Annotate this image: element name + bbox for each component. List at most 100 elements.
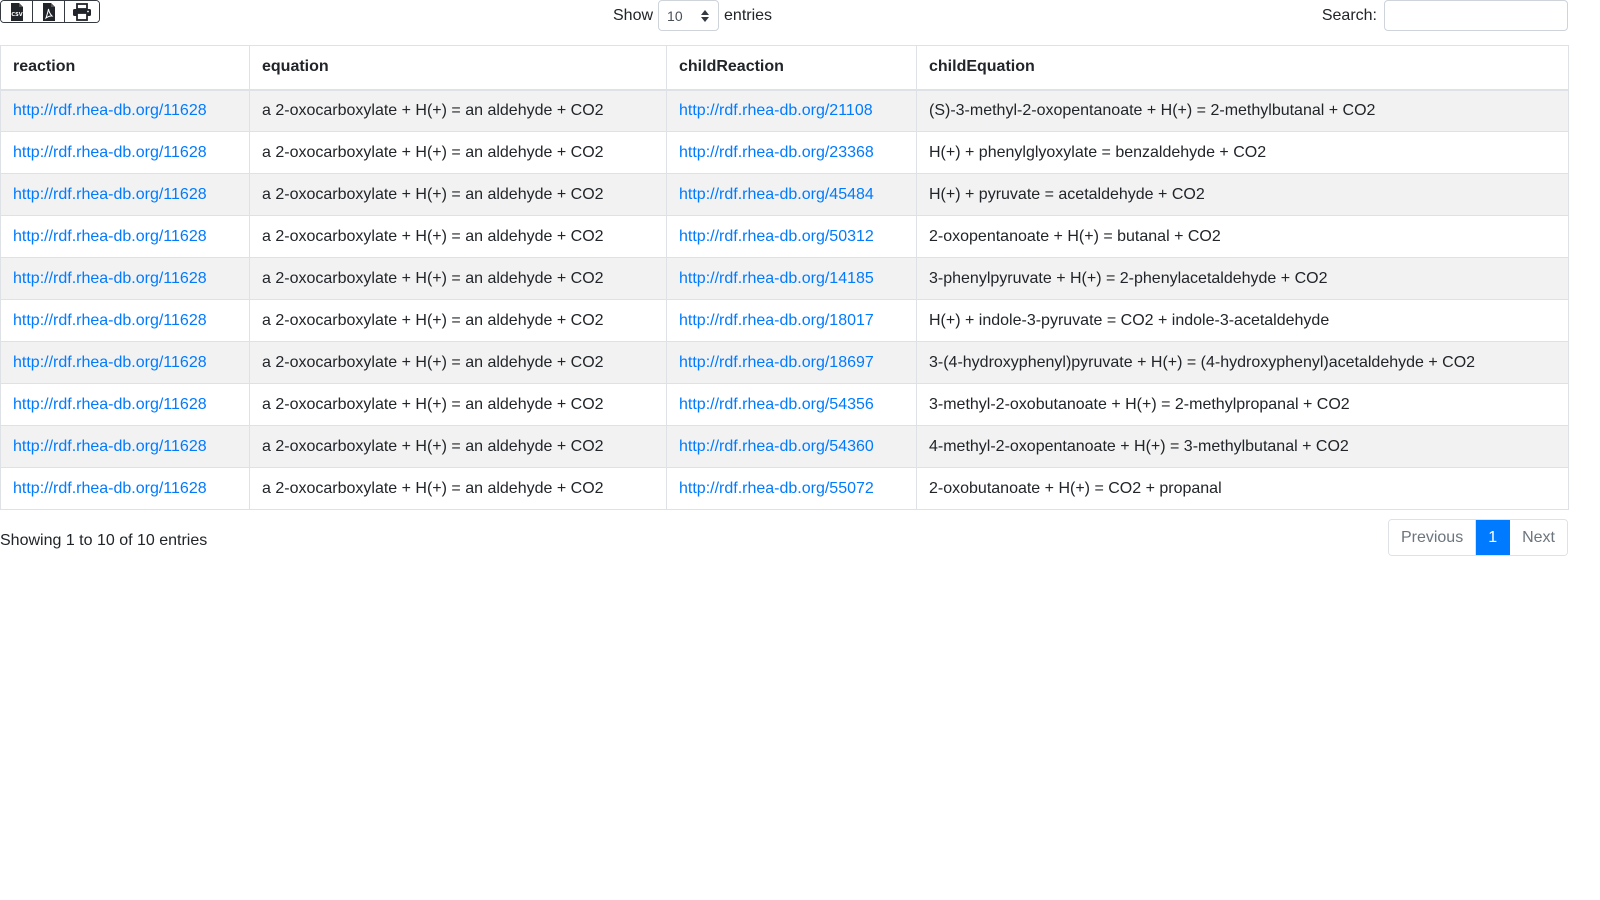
- table-cell: http://rdf.rhea-db.org/14185: [666, 257, 917, 300]
- reaction-link[interactable]: http://rdf.rhea-db.org/11628: [13, 186, 207, 203]
- table-row: http://rdf.rhea-db.org/11628 a 2-oxocarbo…: [0, 299, 1569, 342]
- export-csv-button[interactable]: CSV: [1, 1, 33, 22]
- search-input[interactable]: [1384, 0, 1568, 31]
- length-suffix-label: entries: [724, 6, 773, 24]
- table-cell: a 2-oxocarboxylate + H(+) = an aldehyde …: [249, 131, 667, 174]
- print-button[interactable]: [65, 1, 99, 22]
- export-pdf-button[interactable]: [33, 1, 65, 22]
- table-row: http://rdf.rhea-db.org/11628 a 2-oxocarbo…: [0, 131, 1569, 174]
- table-row: http://rdf.rhea-db.org/11628 a 2-oxocarbo…: [0, 215, 1569, 258]
- table-cell: http://rdf.rhea-db.org/50312: [666, 215, 917, 258]
- child-equation-cell: 2-oxopentanoate + H(+) = butanal + CO2: [929, 227, 1221, 245]
- child-reaction-link[interactable]: http://rdf.rhea-db.org/21108: [679, 102, 873, 119]
- reaction-link[interactable]: http://rdf.rhea-db.org/11628: [13, 396, 207, 413]
- table-cell: http://rdf.rhea-db.org/11628: [0, 89, 250, 132]
- table-cell: a 2-oxocarboxylate + H(+) = an aldehyde …: [249, 425, 667, 468]
- equation-cell: a 2-oxocarboxylate + H(+) = an aldehyde …: [262, 479, 604, 497]
- reaction-link[interactable]: http://rdf.rhea-db.org/11628: [13, 438, 207, 455]
- table-cell: http://rdf.rhea-db.org/18697: [666, 341, 917, 384]
- reaction-link[interactable]: http://rdf.rhea-db.org/11628: [13, 228, 207, 245]
- child-equation-cell: 3-(4-hydroxyphenyl)pyruvate + H(+) = (4-…: [929, 353, 1476, 371]
- child-reaction-link[interactable]: http://rdf.rhea-db.org/23368: [679, 144, 874, 161]
- equation-cell: a 2-oxocarboxylate + H(+) = an aldehyde …: [262, 353, 604, 371]
- child-equation-cell: 4-methyl-2-oxopentanoate + H(+) = 3-meth…: [929, 437, 1349, 455]
- child-reaction-link[interactable]: http://rdf.rhea-db.org/18697: [679, 354, 874, 371]
- child-reaction-link[interactable]: http://rdf.rhea-db.org/50312: [679, 228, 874, 245]
- page-length-value: 10: [667, 7, 683, 24]
- table-toolbar: CSV Show 10 entries Search:: [0, 0, 1568, 45]
- length-prefix-label: Show: [613, 6, 654, 24]
- export-button-group: CSV: [0, 0, 100, 23]
- equation-cell: a 2-oxocarboxylate + H(+) = an aldehyde …: [262, 437, 604, 455]
- table-cell: http://rdf.rhea-db.org/18017: [666, 299, 917, 342]
- table-cell: 3-phenylpyruvate + H(+) = 2-phenylacetal…: [916, 257, 1569, 300]
- table-cell: 4-methyl-2-oxopentanoate + H(+) = 3-meth…: [916, 425, 1569, 468]
- table-row: http://rdf.rhea-db.org/11628 a 2-oxocarbo…: [0, 341, 1569, 384]
- page-1-button[interactable]: 1: [1476, 520, 1511, 555]
- datatable-wrapper: CSV Show 10 entries Search: reaction equ…: [0, 0, 1569, 900]
- reaction-link[interactable]: http://rdf.rhea-db.org/11628: [13, 270, 207, 287]
- equation-cell: a 2-oxocarboxylate + H(+) = an aldehyde …: [262, 101, 604, 119]
- child-reaction-link[interactable]: http://rdf.rhea-db.org/14185: [679, 270, 874, 287]
- page-length-select[interactable]: 10: [658, 0, 720, 31]
- table-cell: a 2-oxocarboxylate + H(+) = an aldehyde …: [249, 299, 667, 342]
- equation-cell: a 2-oxocarboxylate + H(+) = an aldehyde …: [262, 227, 604, 245]
- child-reaction-link[interactable]: http://rdf.rhea-db.org/55072: [679, 480, 874, 497]
- child-reaction-link[interactable]: http://rdf.rhea-db.org/54356: [679, 396, 874, 413]
- next-page-button[interactable]: Next: [1510, 520, 1567, 555]
- child-equation-cell: 3-phenylpyruvate + H(+) = 2-phenylacetal…: [929, 269, 1328, 287]
- equation-cell: a 2-oxocarboxylate + H(+) = an aldehyde …: [262, 311, 604, 329]
- child-equation-cell: H(+) + pyruvate = acetaldehyde + CO2: [929, 185, 1205, 203]
- child-reaction-link[interactable]: http://rdf.rhea-db.org/45484: [679, 186, 874, 203]
- child-equation-cell: H(+) + indole-3-pyruvate = CO2 + indole-…: [929, 311, 1330, 329]
- table-cell: H(+) + indole-3-pyruvate = CO2 + indole-…: [916, 299, 1569, 342]
- table-row: http://rdf.rhea-db.org/11628 a 2-oxocarbo…: [0, 173, 1569, 216]
- reaction-link[interactable]: http://rdf.rhea-db.org/11628: [13, 144, 207, 161]
- table-cell: http://rdf.rhea-db.org/11628: [0, 341, 250, 384]
- page-length-control: Show 10 entries: [613, 0, 772, 31]
- reaction-link[interactable]: http://rdf.rhea-db.org/11628: [13, 312, 207, 329]
- table-row: http://rdf.rhea-db.org/11628 a 2-oxocarbo…: [0, 257, 1569, 300]
- table-cell: a 2-oxocarboxylate + H(+) = an aldehyde …: [249, 383, 667, 426]
- reaction-link[interactable]: http://rdf.rhea-db.org/11628: [13, 480, 207, 497]
- table-cell: a 2-oxocarboxylate + H(+) = an aldehyde …: [249, 257, 667, 300]
- csv-icon-text: CSV: [11, 12, 22, 18]
- child-reaction-link[interactable]: http://rdf.rhea-db.org/54360: [679, 438, 874, 455]
- table-cell: http://rdf.rhea-db.org/11628: [0, 467, 250, 510]
- table-cell: 2-oxobutanoate + H(+) = CO2 + propanal: [916, 467, 1569, 510]
- table-cell: http://rdf.rhea-db.org/11628: [0, 425, 250, 468]
- table-cell: http://rdf.rhea-db.org/11628: [0, 299, 250, 342]
- equation-cell: a 2-oxocarboxylate + H(+) = an aldehyde …: [262, 269, 604, 287]
- column-header-reaction[interactable]: reaction: [0, 45, 250, 91]
- csv-file-icon: CSV: [10, 2, 23, 21]
- reaction-link[interactable]: http://rdf.rhea-db.org/11628: [13, 354, 207, 371]
- pdf-file-icon: [42, 2, 55, 21]
- table-cell: http://rdf.rhea-db.org/54360: [666, 425, 917, 468]
- table-row: http://rdf.rhea-db.org/11628 a 2-oxocarbo…: [0, 425, 1569, 468]
- child-reaction-link[interactable]: http://rdf.rhea-db.org/18017: [679, 312, 874, 329]
- previous-page-button[interactable]: Previous: [1388, 520, 1477, 555]
- table-cell: a 2-oxocarboxylate + H(+) = an aldehyde …: [249, 89, 667, 132]
- table-cell: http://rdf.rhea-db.org/11628: [0, 383, 250, 426]
- child-equation-cell: (S)-3-methyl-2-oxopentanoate + H(+) = 2-…: [929, 101, 1376, 119]
- column-header-child-reaction[interactable]: childReaction: [666, 45, 917, 91]
- reaction-link[interactable]: http://rdf.rhea-db.org/11628: [13, 102, 207, 119]
- table-cell: http://rdf.rhea-db.org/54356: [666, 383, 917, 426]
- table-cell: a 2-oxocarboxylate + H(+) = an aldehyde …: [249, 173, 667, 216]
- table-cell: http://rdf.rhea-db.org/45484: [666, 173, 917, 216]
- select-arrows-icon: [700, 9, 710, 22]
- table-cell: http://rdf.rhea-db.org/11628: [0, 257, 250, 300]
- column-header-child-equation[interactable]: childEquation: [916, 45, 1569, 91]
- child-equation-cell: 2-oxobutanoate + H(+) = CO2 + propanal: [929, 479, 1222, 497]
- table-cell: H(+) + phenylglyoxylate = benzaldehyde +…: [916, 131, 1569, 174]
- column-header-equation[interactable]: equation: [249, 45, 667, 91]
- table-footer: Showing 1 to 10 of 10 entries Previous 1…: [0, 510, 1568, 570]
- table-info: Showing 1 to 10 of 10 entries: [0, 532, 208, 549]
- table-cell: a 2-oxocarboxylate + H(+) = an aldehyde …: [249, 467, 667, 510]
- table-cell: 3-methyl-2-oxobutanoate + H(+) = 2-methy…: [916, 383, 1569, 426]
- table-body: http://rdf.rhea-db.org/11628 a 2-oxocarbo…: [0, 89, 1569, 510]
- table-cell: http://rdf.rhea-db.org/11628: [0, 173, 250, 216]
- table-header-row: reaction equation childReaction childEqu…: [0, 45, 1569, 91]
- table-row: http://rdf.rhea-db.org/11628 a 2-oxocarbo…: [0, 383, 1569, 426]
- table-cell: http://rdf.rhea-db.org/23368: [666, 131, 917, 174]
